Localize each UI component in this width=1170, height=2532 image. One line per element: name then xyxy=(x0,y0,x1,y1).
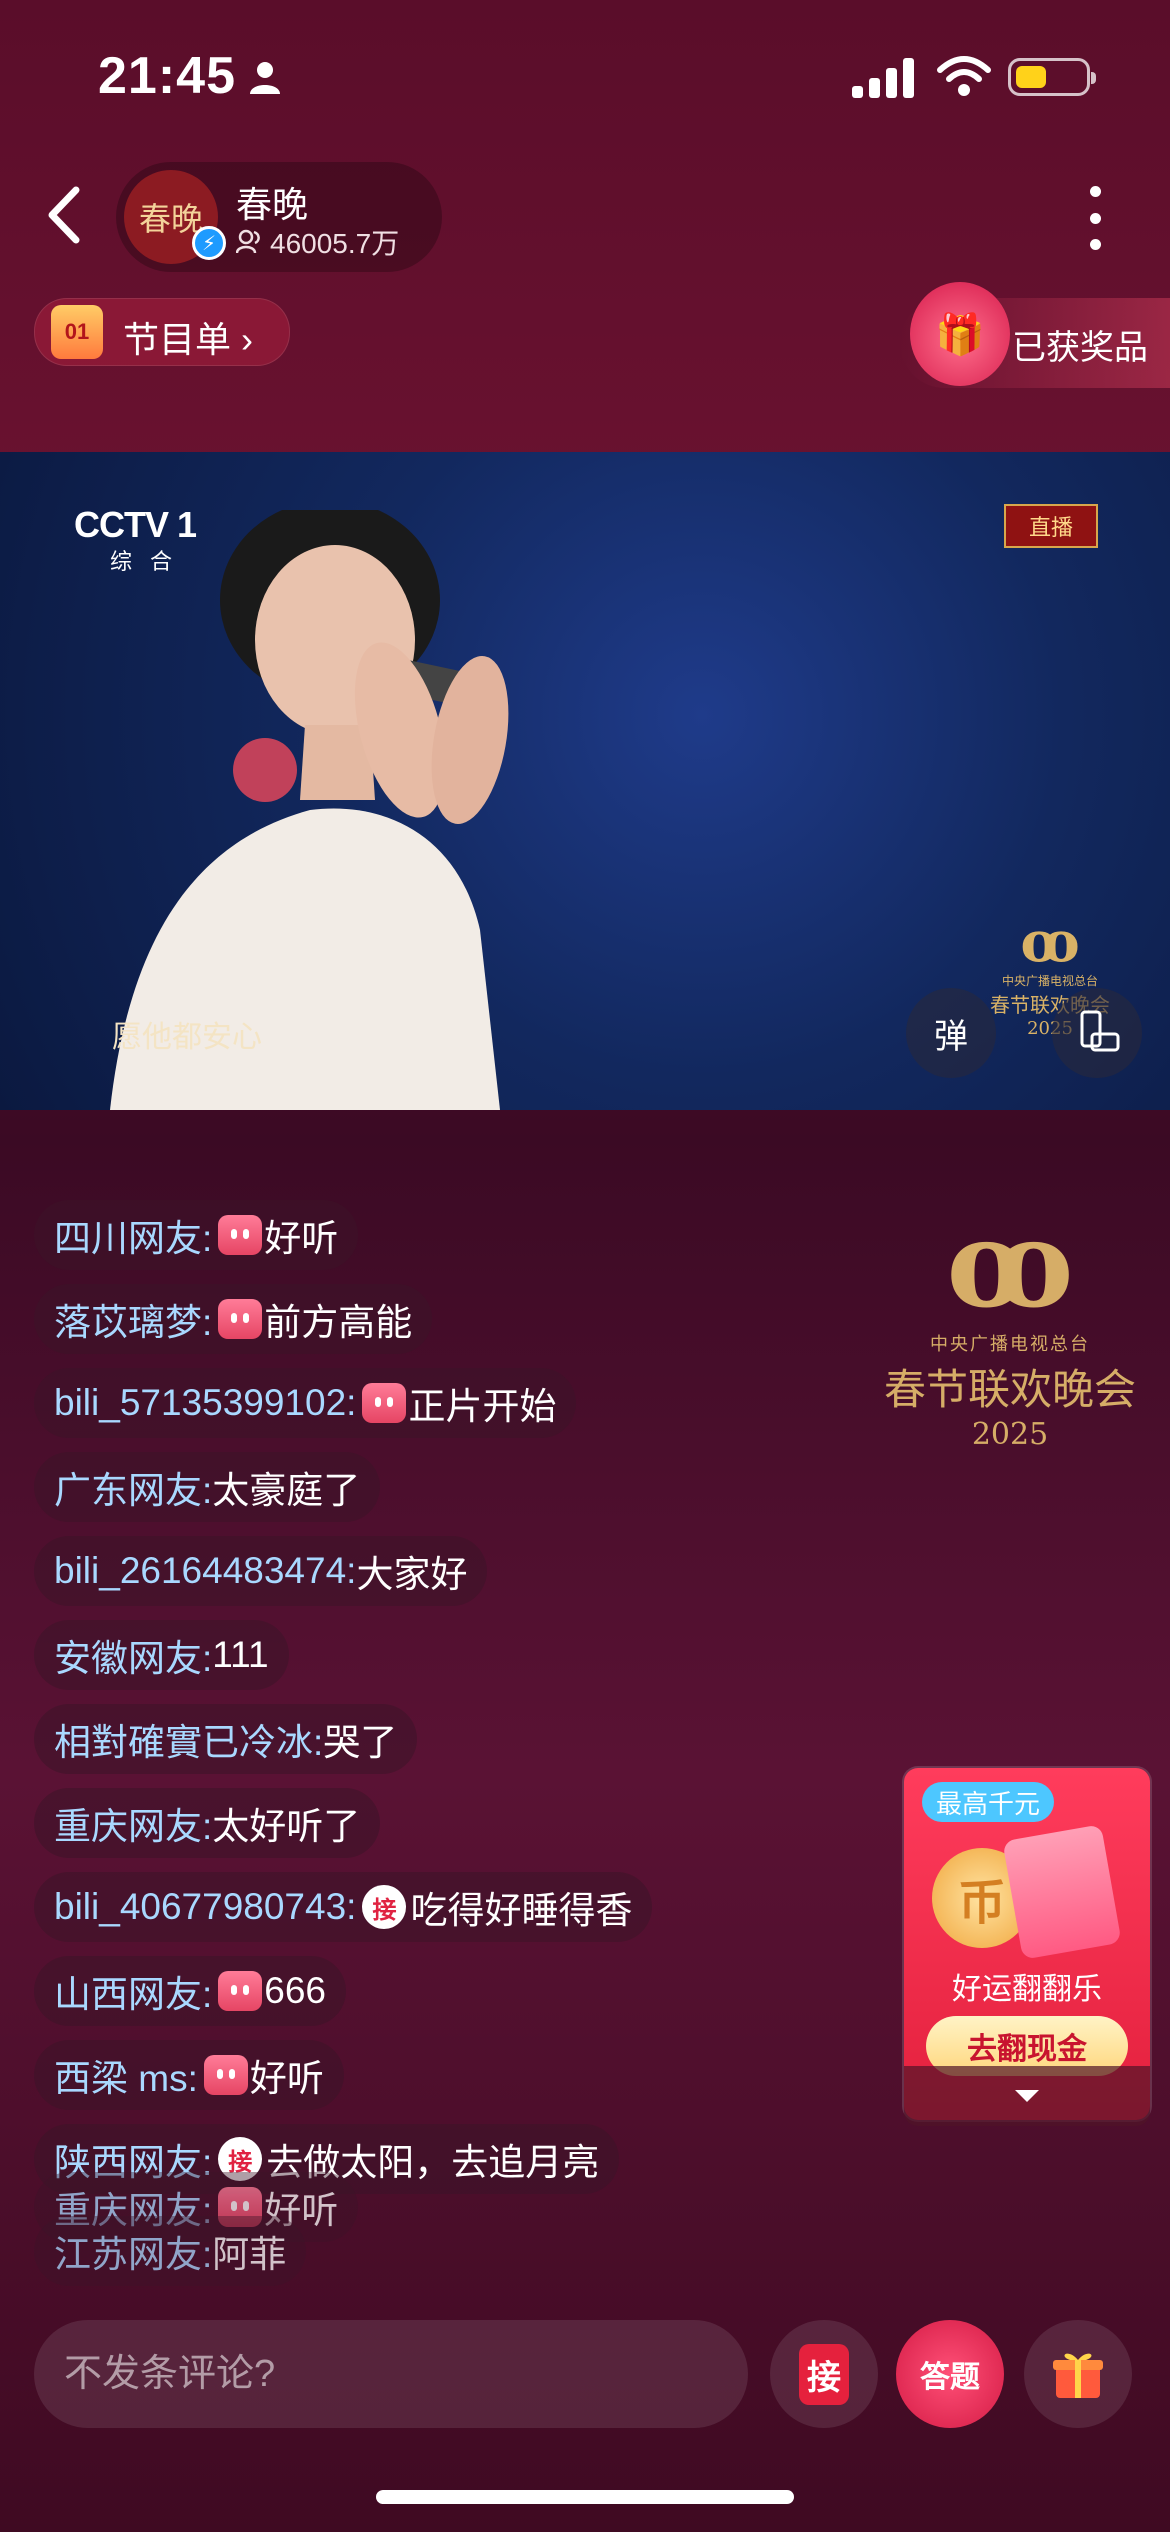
calendar-icon: 01 xyxy=(51,305,103,359)
answer-quiz-button[interactable]: 答题 xyxy=(896,2320,1004,2428)
comment-username[interactable]: 落苡璃梦: xyxy=(54,1292,212,1346)
comment-username[interactable]: bili_26164483474: xyxy=(54,1550,356,1592)
channel-info[interactable]: 春晚 ⚡ 春晚 46005.7万 xyxy=(116,162,442,272)
comment-text: 吃得好睡得香 xyxy=(410,1890,633,1931)
comment-text: 111 xyxy=(212,1634,269,1675)
comment-username[interactable]: 山西网友: xyxy=(54,1964,212,2018)
comment-text: 好听 xyxy=(249,2058,324,2099)
promo-collapse-button[interactable] xyxy=(904,2066,1150,2126)
battery-icon xyxy=(1008,58,1096,96)
back-button[interactable] xyxy=(40,182,90,248)
viewer-count: 46005.7万 xyxy=(236,222,399,262)
signal-icon xyxy=(852,56,918,98)
comment-text: 前方高能 xyxy=(264,1302,413,1343)
bilibili-tv-icon xyxy=(218,1299,263,1339)
comment-username[interactable]: 江苏网友: xyxy=(54,2224,212,2278)
comment-text: 哭了 xyxy=(323,1722,398,1763)
more-options-icon[interactable] xyxy=(1080,186,1110,250)
lucky-bag-icon: 🎁 xyxy=(910,282,1010,386)
comment-username[interactable]: 相對確實已冷冰: xyxy=(54,1712,323,1766)
video-player[interactable]: CCTV 1 综合 直播 愿他都安心 ꝏ 中央广播电视总台 春节联欢晚会 202… xyxy=(0,452,1170,1110)
comment-text: 好听 xyxy=(264,1218,339,1259)
comment-item[interactable]: 江苏网友: 阿菲 xyxy=(34,2216,307,2286)
prizes-label: 已获奖品 xyxy=(1012,329,1148,367)
bilibili-tv-icon xyxy=(203,2055,248,2095)
bilibili-tv-icon xyxy=(218,1215,263,1255)
comment-item[interactable]: 重庆网友: 太好听了 xyxy=(34,1788,381,1858)
jie-button[interactable]: 接 xyxy=(770,2320,878,2428)
comment-username[interactable]: 四川网友: xyxy=(54,1208,212,1262)
program-list-label: 节目单 › xyxy=(123,319,254,360)
viewers-icon xyxy=(236,229,260,254)
comment-username[interactable]: 重庆网友: xyxy=(54,1796,212,1850)
comment-item[interactable]: 山西网友: 666 xyxy=(34,1956,347,2026)
program-list-button[interactable]: 01 节目单 › xyxy=(34,298,290,366)
lyrics-subtitle: 愿他都安心 xyxy=(112,1020,262,1055)
comment-username[interactable]: 安徽网友: xyxy=(54,1628,212,1682)
comment-input[interactable] xyxy=(34,2320,748,2428)
answer-label: 答题 xyxy=(920,2361,980,2394)
rotate-icon xyxy=(1080,1010,1120,1052)
comment-username[interactable]: bili_57135399102: xyxy=(54,1382,356,1424)
promo-tag: 最高千元 xyxy=(922,1782,1055,1822)
comment-username[interactable]: 西梁 ms: xyxy=(54,2048,198,2102)
verified-icon: ⚡ xyxy=(192,226,226,260)
comment-text: 阿菲 xyxy=(212,2234,287,2275)
comment-item[interactable]: 相對確實已冷冰: 哭了 xyxy=(34,1704,418,1774)
danmu-icon: 弹 xyxy=(934,1017,968,1056)
comment-username[interactable]: bili_40677980743: xyxy=(54,1886,356,1928)
comment-item[interactable]: 四川网友: 好听 xyxy=(34,1200,359,1270)
promo-art: 币 xyxy=(932,1824,1122,1960)
channel-name: 春晚 xyxy=(236,184,309,225)
person-icon xyxy=(250,62,280,94)
comment-text: 大家好 xyxy=(356,1554,468,1595)
comment-text: 太好听了 xyxy=(212,1806,361,1847)
wifi-icon xyxy=(937,56,991,96)
comment-item[interactable]: 落苡璃梦: 前方高能 xyxy=(34,1284,433,1354)
live-tag: 直播 xyxy=(1004,504,1098,548)
gift-icon xyxy=(1053,2353,1103,2398)
status-bar: 21:45 xyxy=(0,0,1170,150)
gift-button[interactable] xyxy=(1024,2320,1132,2428)
viewer-count-value: 46005.7万 xyxy=(270,228,400,259)
comment-item[interactable]: bili_57135399102: 正片开始 xyxy=(34,1368,577,1438)
avatar-text: 春晚 xyxy=(138,200,203,238)
comment-text: 正片开始 xyxy=(408,1386,557,1427)
comment-item[interactable]: 广东网友: 太豪庭了 xyxy=(34,1452,381,1522)
chevron-down-icon xyxy=(1015,2090,1039,2102)
comment-username[interactable]: 广东网友: xyxy=(54,1460,212,1514)
bilibili-tv-icon xyxy=(362,1383,407,1423)
comment-item[interactable]: 安徽网友: 111 xyxy=(34,1620,289,1690)
jie-badge-icon: 接 xyxy=(362,1885,407,1929)
comment-item[interactable]: bili_26164483474: 大家好 xyxy=(34,1536,488,1606)
bilibili-tv-icon xyxy=(218,1971,263,2011)
comment-text: 666 xyxy=(264,1970,327,2011)
jie-icon: 接 xyxy=(799,2343,849,2405)
comment-item[interactable]: bili_40677980743: 接吃得好睡得香 xyxy=(34,1872,653,1942)
home-indicator xyxy=(376,2490,794,2504)
comment-feed[interactable]: 四川网友: 好听 落苡璃梦: 前方高能 bili_57135399102: 正片开始 广东网… xyxy=(34,1150,934,2290)
bottom-bar: 接 答题 xyxy=(0,2300,1170,2532)
danmu-toggle-button[interactable]: 弹 xyxy=(906,988,996,1078)
prizes-button[interactable]: 🎁 已获奖品 xyxy=(900,282,1170,388)
rotate-screen-button[interactable] xyxy=(1052,988,1142,1078)
comment-item[interactable]: 西梁 ms: 好听 xyxy=(34,2040,344,2110)
comment-text: 太豪庭了 xyxy=(212,1470,361,1511)
status-time: 21:45 xyxy=(98,47,236,105)
promo-title: 好运翻翻乐 xyxy=(952,1973,1102,2006)
card-icon xyxy=(1002,1824,1122,1960)
